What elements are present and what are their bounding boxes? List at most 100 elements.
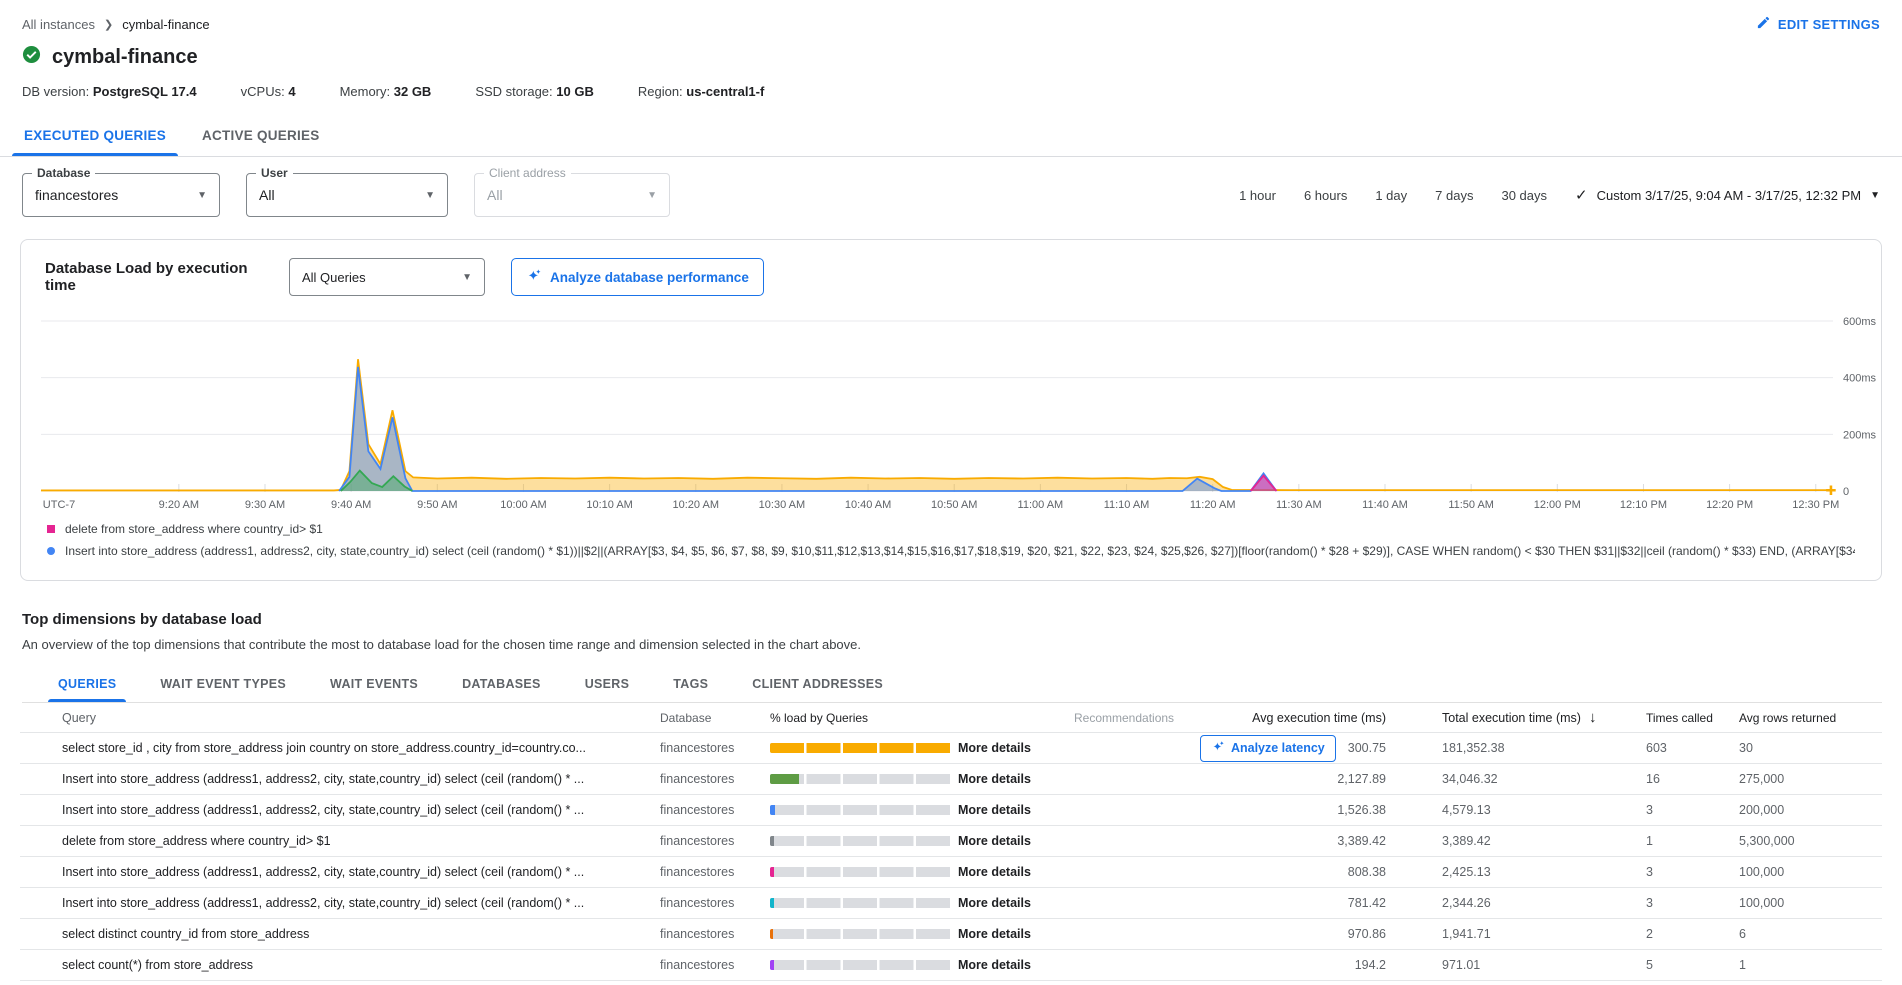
legend-square-icon <box>47 525 55 533</box>
query-cell: Insert into store_address (address1, add… <box>20 865 660 879</box>
tab-client-addresses[interactable]: CLIENT ADDRESSES <box>732 666 903 702</box>
sort-descending-icon[interactable]: ↓ <box>1589 709 1597 726</box>
database-filter[interactable]: Database financestores ▼ <box>22 173 220 217</box>
analyze-latency-label: Analyze latency <box>1231 741 1325 755</box>
table-row[interactable]: select distinct country_id from store_ad… <box>20 919 1882 950</box>
load-chart[interactable]: 600ms400ms200ms09:20 AM9:30 AM9:40 AM9:5… <box>21 302 1883 514</box>
time-range-1-day[interactable]: 1 day <box>1375 188 1407 203</box>
load-bar-fill <box>770 836 774 846</box>
table-row[interactable]: select count(*) from store_address finan… <box>20 950 1882 981</box>
breadcrumb-all-instances[interactable]: All instances <box>22 17 95 32</box>
database-cell: financestores <box>660 958 770 972</box>
times-called-cell: 5 <box>1624 958 1739 972</box>
more-details-link[interactable]: More details <box>958 803 1074 817</box>
dimensions-subtitle: An overview of the top dimensions that c… <box>22 637 1880 652</box>
tab-active-queries[interactable]: ACTIVE QUERIES <box>184 115 338 156</box>
more-details-link[interactable]: More details <box>958 927 1074 941</box>
times-called-cell: 16 <box>1624 772 1739 786</box>
table-header: Query Database % load by Queries Recomme… <box>20 703 1882 733</box>
time-range-7-days[interactable]: 7 days <box>1435 188 1473 203</box>
pencil-icon <box>1756 15 1771 33</box>
svg-text:10:50 AM: 10:50 AM <box>931 499 977 511</box>
database-cell: financestores <box>660 741 770 755</box>
table-row[interactable]: Insert into store_address (address1, add… <box>20 795 1882 826</box>
chart-legend: delete from store_address where country_… <box>21 514 1881 572</box>
meta-label: Region: <box>638 84 683 99</box>
table-row[interactable]: Insert into store_address (address1, add… <box>20 888 1882 919</box>
col-avg-execution-time[interactable]: Avg execution time (ms) <box>1204 711 1404 725</box>
query-cell: select count(*) from store_address <box>20 958 660 972</box>
query-cell: Insert into store_address (address1, add… <box>20 803 660 817</box>
time-range-30-days[interactable]: 30 days <box>1501 188 1547 203</box>
avg-value: 808.38 <box>1348 865 1386 879</box>
database-load-card: Database Load by execution time All Quer… <box>20 239 1882 581</box>
time-range-selector: 1 hour 6 hours 1 day 7 days 30 days ✓ Cu… <box>1239 186 1880 204</box>
more-details-link[interactable]: More details <box>958 772 1074 786</box>
tab-queries[interactable]: QUERIES <box>38 666 136 702</box>
tab-databases[interactable]: DATABASES <box>442 666 561 702</box>
dimension-tabs: QUERIES WAIT EVENT TYPES WAIT EVENTS DAT… <box>22 666 1882 703</box>
more-details-link[interactable]: More details <box>958 958 1074 972</box>
analyze-database-performance-button[interactable]: Analyze database performance <box>511 258 764 296</box>
query-cell: delete from store_address where country_… <box>20 834 660 848</box>
tab-wait-events[interactable]: WAIT EVENTS <box>310 666 438 702</box>
time-range-custom[interactable]: ✓ Custom 3/17/25, 9:04 AM - 3/17/25, 12:… <box>1575 186 1880 204</box>
tab-users[interactable]: USERS <box>565 666 650 702</box>
col-load[interactable]: % load by Queries <box>770 711 958 725</box>
load-bar-cell <box>770 805 958 815</box>
tab-executed-queries[interactable]: EXECUTED QUERIES <box>6 115 184 156</box>
time-range-1-hour[interactable]: 1 hour <box>1239 188 1276 203</box>
col-avg-rows-returned[interactable]: Avg rows returned <box>1739 711 1882 725</box>
tab-tags[interactable]: TAGS <box>653 666 728 702</box>
page-title: cymbal-finance <box>52 46 198 69</box>
tab-wait-event-types[interactable]: WAIT EVENT TYPES <box>140 666 306 702</box>
user-filter[interactable]: User All ▼ <box>246 173 448 217</box>
more-details-link[interactable]: More details <box>958 896 1074 910</box>
total-execution-cell: 4,579.13 <box>1404 803 1624 817</box>
legend-item: delete from store_address where country_… <box>47 518 1855 540</box>
query-cell: select distinct country_id from store_ad… <box>20 927 660 941</box>
database-cell: financestores <box>660 834 770 848</box>
database-cell: financestores <box>660 927 770 941</box>
avg-rows-cell: 200,000 <box>1739 803 1882 817</box>
time-range-6-hours[interactable]: 6 hours <box>1304 188 1347 203</box>
database-cell: financestores <box>660 803 770 817</box>
chevron-down-icon: ▼ <box>197 190 207 201</box>
col-database[interactable]: Database <box>660 711 770 725</box>
col-total-execution-time[interactable]: Total execution time (ms) ↓ <box>1404 709 1624 726</box>
chevron-down-icon: ▼ <box>462 272 472 283</box>
edit-settings-button[interactable]: EDIT SETTINGS <box>1756 15 1880 33</box>
times-called-cell: 603 <box>1624 741 1739 755</box>
meta-value: PostgreSQL 17.4 <box>93 84 197 99</box>
more-details-link[interactable]: More details <box>958 741 1074 755</box>
check-icon: ✓ <box>1575 186 1588 204</box>
breadcrumb: All instances ❯ cymbal-finance <box>22 17 210 32</box>
svg-text:0: 0 <box>1843 486 1849 498</box>
load-bar-fill <box>770 867 774 877</box>
svg-text:400ms: 400ms <box>1843 373 1877 385</box>
legend-label: Insert into store_address (address1, add… <box>65 544 1855 558</box>
avg-value: 300.75 <box>1348 741 1386 755</box>
svg-text:10:00 AM: 10:00 AM <box>500 499 546 511</box>
instance-meta: DB version: PostgreSQL 17.4 vCPUs: 4 Mem… <box>0 69 1902 99</box>
avg-rows-cell: 100,000 <box>1739 896 1882 910</box>
spark-icon <box>1211 740 1225 757</box>
table-row[interactable]: Insert into store_address (address1, add… <box>20 764 1882 795</box>
table-row[interactable]: delete from store_address where country_… <box>20 826 1882 857</box>
col-query[interactable]: Query <box>20 711 660 725</box>
analyze-latency-button[interactable]: Analyze latency <box>1200 735 1336 762</box>
client-address-filter: Client address All ▼ <box>474 173 670 217</box>
svg-text:10:10 AM: 10:10 AM <box>586 499 632 511</box>
legend-circle-icon <box>47 547 55 555</box>
more-details-link[interactable]: More details <box>958 865 1074 879</box>
avg-rows-cell: 100,000 <box>1739 865 1882 879</box>
col-times-called[interactable]: Times called <box>1624 711 1739 725</box>
query-filter-select[interactable]: All Queries ▼ <box>289 258 485 296</box>
table-row[interactable]: select store_id , city from store_addres… <box>20 733 1882 764</box>
svg-text:9:30 AM: 9:30 AM <box>245 499 285 511</box>
more-details-link[interactable]: More details <box>958 834 1074 848</box>
avg-execution-cell: 194.2 <box>1204 958 1404 972</box>
avg-execution-cell: 808.38 <box>1204 865 1404 879</box>
table-row[interactable]: Insert into store_address (address1, add… <box>20 857 1882 888</box>
spark-icon <box>526 268 542 287</box>
